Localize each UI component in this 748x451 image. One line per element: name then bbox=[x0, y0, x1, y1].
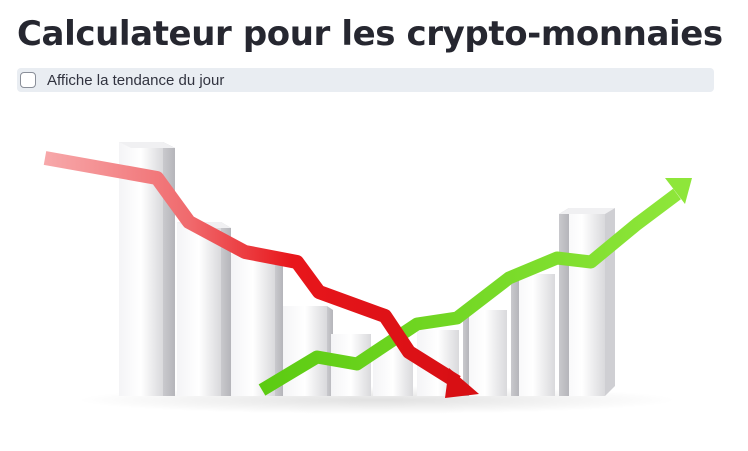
bar bbox=[177, 222, 221, 396]
trend-toggle-label: Affiche la tendance du jour bbox=[47, 71, 225, 89]
checkbox-icon[interactable] bbox=[20, 72, 36, 88]
trend-chart-illustration bbox=[43, 142, 692, 414]
bar bbox=[231, 254, 275, 396]
trend-toggle-checkbox[interactable]: Affiche la tendance du jour bbox=[17, 68, 714, 92]
bar bbox=[463, 310, 507, 396]
page-title: Calculateur pour les crypto-monnaies bbox=[17, 14, 723, 54]
